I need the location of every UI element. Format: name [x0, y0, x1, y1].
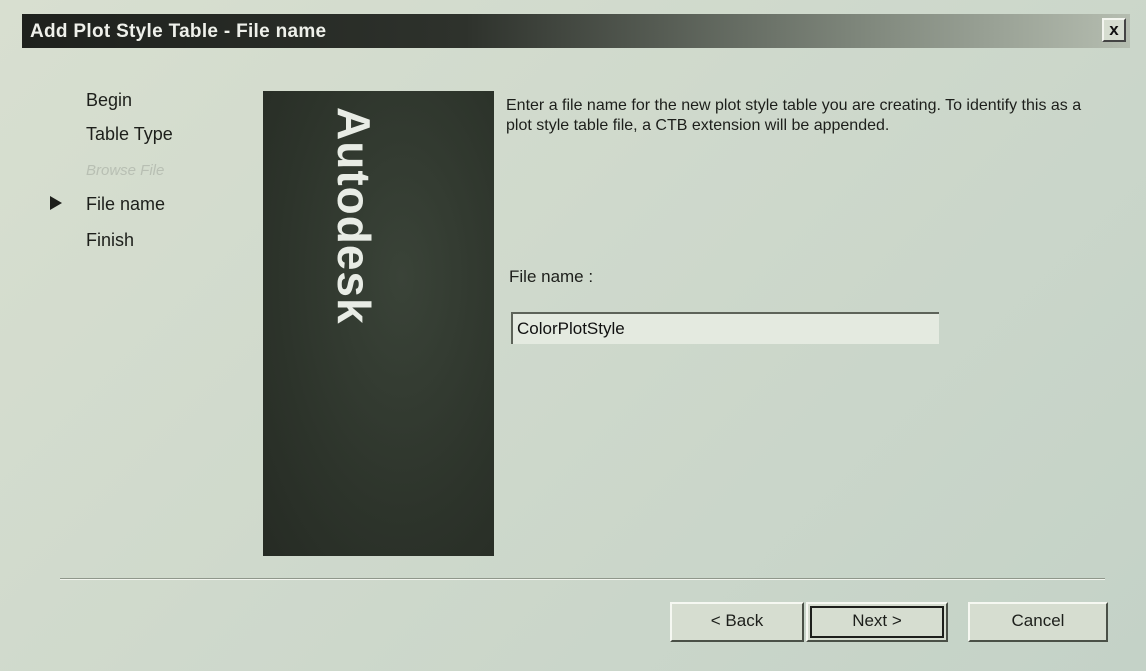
window-title: Add Plot Style Table - File name — [30, 21, 327, 42]
file-name-input[interactable] — [511, 312, 939, 344]
autodesk-banner: Autodesk — [263, 91, 494, 556]
instructions-text: Enter a file name for the new plot style… — [506, 97, 1082, 134]
close-icon: x — [1109, 20, 1119, 39]
step-finish: Finish — [86, 230, 135, 250]
step-file-name: File name — [86, 194, 166, 214]
title-bar: Add Plot Style Table - File name x — [22, 14, 1130, 48]
button-separator — [60, 578, 1105, 580]
back-button[interactable]: < Back — [670, 602, 804, 642]
close-button[interactable]: x — [1102, 18, 1126, 42]
step-browse-file: Browse File — [86, 162, 165, 179]
step-begin: Begin — [86, 90, 133, 110]
current-step-arrow-icon — [50, 196, 62, 210]
cancel-button[interactable]: Cancel — [968, 602, 1108, 642]
step-table-type: Table Type — [86, 124, 173, 144]
next-button[interactable]: Next > — [806, 602, 948, 642]
autodesk-logo: Autodesk — [328, 107, 380, 325]
add-plot-style-table-dialog: Add Plot Style Table - File name x Begin… — [0, 0, 1146, 671]
file-name-label: File name : — [509, 267, 594, 286]
